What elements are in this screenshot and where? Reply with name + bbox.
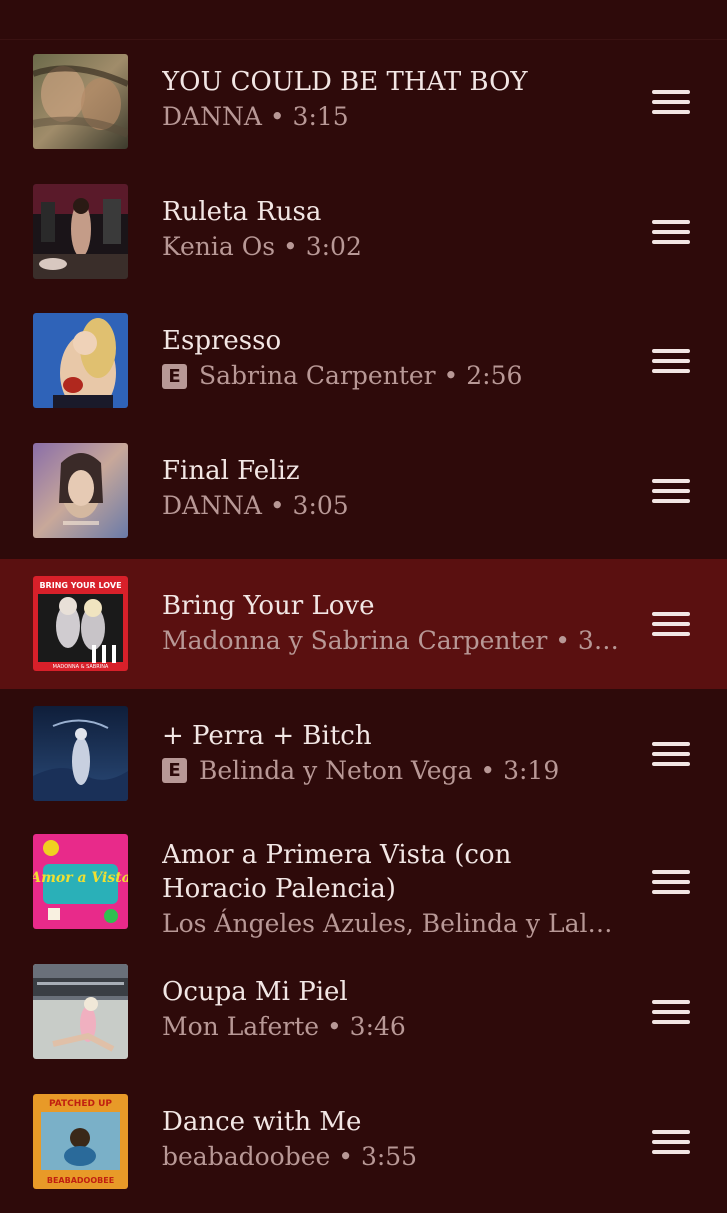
track-subtitle: E Sabrina Carpenter • 2:56 [162, 358, 619, 394]
artist-duration: Belinda y Neton Vega • 3:19 [199, 753, 559, 789]
album-art [33, 184, 128, 279]
queue-row[interactable]: + Perra + Bitch E Belinda y Neton Vega •… [0, 689, 727, 819]
queue-row[interactable]: Amor a Vista Amor a Primera Vista (con H… [0, 818, 727, 954]
album-art [33, 54, 128, 149]
now-playing-bars-icon [90, 643, 120, 663]
queue-row[interactable]: Espresso E Sabrina Carpenter • 2:56 [0, 300, 727, 430]
queue-row[interactable]: Ocupa Mi Piel Mon Laferte • 3:46 [0, 954, 727, 1084]
track-title: Espresso [162, 324, 619, 358]
drag-handle-icon[interactable] [652, 479, 690, 503]
queue-row[interactable]: PATCHED UP BEABADOOBEE Dance with Me bea… [0, 1084, 727, 1213]
artist-duration: DANNA • 3:05 [162, 488, 349, 524]
album-art [33, 313, 128, 408]
album-art [33, 964, 128, 1059]
drag-handle-icon[interactable] [652, 349, 690, 373]
track-title: Ruleta Rusa [162, 195, 619, 229]
drag-handle-icon[interactable] [652, 870, 690, 894]
artist-duration: Madonna y Sabrina Carpenter • 3:37 [162, 623, 619, 659]
track-title: Bring Your Love [162, 589, 619, 623]
cover-text: BRING YOUR LOVE [39, 581, 121, 590]
explicit-badge: E [162, 758, 187, 783]
drag-handle-icon[interactable] [652, 612, 690, 636]
artist-duration: Mon Laferte • 3:46 [162, 1009, 406, 1045]
track-subtitle: beabadoobee • 3:55 [162, 1139, 619, 1175]
track-title: Amor a Primera Vista (con Horacio Palenc… [162, 838, 619, 906]
album-art: Amor a Vista [33, 834, 128, 929]
track-title: YOU COULD BE THAT BOY [162, 65, 619, 99]
artist-duration: DANNA • 3:15 [162, 99, 349, 135]
artist-duration: Los Ángeles Azules, Belinda y Lalo … [162, 906, 619, 942]
cover-text: PATCHED UP [49, 1099, 112, 1109]
track-title: Dance with Me [162, 1105, 619, 1139]
top-divider [0, 0, 727, 40]
track-subtitle: DANNA • 3:15 [162, 99, 619, 135]
explicit-badge: E [162, 364, 187, 389]
track-subtitle: E Belinda y Neton Vega • 3:19 [162, 753, 619, 789]
track-subtitle: Mon Laferte • 3:46 [162, 1009, 619, 1045]
album-art [33, 706, 128, 801]
drag-handle-icon[interactable] [652, 1130, 690, 1154]
track-subtitle: Madonna y Sabrina Carpenter • 3:37 [162, 623, 619, 659]
drag-handle-icon[interactable] [652, 220, 690, 244]
track-title: + Perra + Bitch [162, 719, 619, 753]
album-art [33, 443, 128, 538]
track-subtitle: Los Ángeles Azules, Belinda y Lalo … [162, 906, 619, 942]
artist-duration: beabadoobee • 3:55 [162, 1139, 417, 1175]
track-subtitle: DANNA • 3:05 [162, 488, 619, 524]
cover-text: MADONNA & SABRINA [53, 664, 109, 670]
artist-duration: Sabrina Carpenter • 2:56 [199, 358, 522, 394]
track-subtitle: Kenia Os • 3:02 [162, 229, 619, 265]
artist-duration: Kenia Os • 3:02 [162, 229, 362, 265]
track-title: Final Feliz [162, 454, 619, 488]
queue-row[interactable]: Ruleta Rusa Kenia Os • 3:02 [0, 171, 727, 301]
drag-handle-icon[interactable] [652, 1000, 690, 1024]
drag-handle-icon[interactable] [652, 90, 690, 114]
queue-row[interactable]: YOU COULD BE THAT BOY DANNA • 3:15 [0, 41, 727, 171]
queue-row-now-playing[interactable]: BRING YOUR LOVE MADONNA & SABRINA Bring … [0, 559, 727, 689]
track-title: Ocupa Mi Piel [162, 975, 619, 1009]
cover-text: BEABADOOBEE [47, 1176, 114, 1185]
queue-row[interactable]: Final Feliz DANNA • 3:05 [0, 430, 727, 560]
drag-handle-icon[interactable] [652, 742, 690, 766]
queue-list: YOU COULD BE THAT BOY DANNA • 3:15 Rule [0, 41, 727, 1213]
cover-text: Amor a Vista [33, 870, 128, 886]
album-art: PATCHED UP BEABADOOBEE [33, 1094, 128, 1189]
